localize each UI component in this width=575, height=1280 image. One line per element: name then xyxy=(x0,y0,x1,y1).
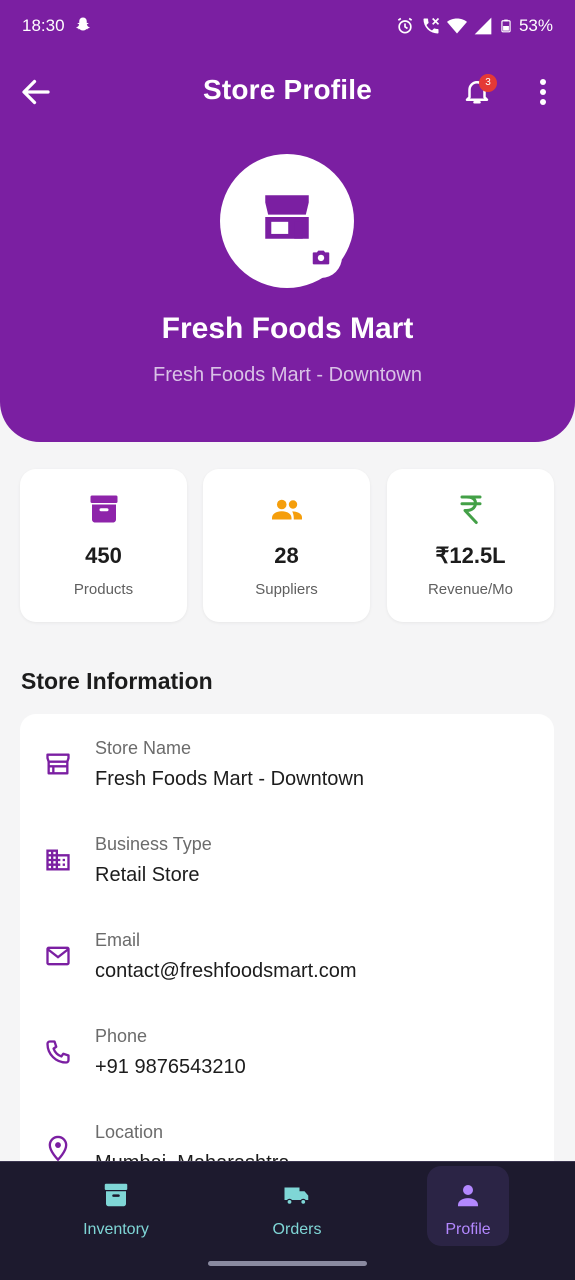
storefront-icon xyxy=(46,753,70,775)
store-name-title: Fresh Foods Mart xyxy=(161,312,414,345)
info-label: Email xyxy=(95,930,141,950)
mail-icon xyxy=(46,946,70,966)
store-info-card: Store Name Fresh Foods Mart - Downtown B… xyxy=(20,714,554,1184)
stat-card-products[interactable]: 450 Products xyxy=(20,469,187,622)
stat-value: ₹12.5L xyxy=(435,543,506,568)
nav-item-inventory[interactable]: Inventory xyxy=(75,1166,157,1246)
info-row-store-name[interactable]: Store Name Fresh Foods Mart - Downtown xyxy=(20,714,554,794)
notifications-button[interactable]: 3 xyxy=(462,74,498,112)
people-icon xyxy=(272,499,302,520)
status-icons: 53% xyxy=(395,16,553,36)
status-time: 18:30 xyxy=(22,16,65,35)
info-row-business-type[interactable]: Business Type Retail Store xyxy=(20,810,554,890)
stat-label: Revenue/Mo xyxy=(427,581,514,598)
nav-label: Orders xyxy=(272,1221,322,1238)
app-bar: Store Profile 3 xyxy=(0,60,575,120)
more-vert-icon xyxy=(540,79,546,105)
building-icon xyxy=(46,849,70,871)
info-row-phone[interactable]: Phone +91 9876543210 xyxy=(20,1002,554,1082)
info-value: Fresh Foods Mart - Downtown xyxy=(95,768,364,790)
inventory-box-icon xyxy=(90,495,118,523)
stat-label: Suppliers xyxy=(255,581,318,598)
status-bar: 18:30 53% xyxy=(0,0,575,54)
more-options-button[interactable] xyxy=(530,76,556,108)
battery-percent: 53% xyxy=(518,16,553,35)
stat-card-revenue[interactable]: ₹12.5L Revenue/Mo xyxy=(387,469,554,622)
camera-icon xyxy=(312,250,330,265)
info-label: Location xyxy=(95,1122,164,1142)
info-value: +91 9876543210 xyxy=(95,1056,246,1078)
truck-icon xyxy=(284,1187,309,1205)
info-label: Store Name xyxy=(95,738,192,758)
nav-item-orders[interactable]: Orders xyxy=(256,1166,338,1246)
info-value: Retail Store xyxy=(95,864,200,886)
inventory-icon xyxy=(104,1183,128,1207)
snapchat-icon xyxy=(76,17,90,31)
battery-icon xyxy=(501,19,511,33)
person-icon xyxy=(458,1185,478,1207)
phone-icon xyxy=(46,1040,70,1064)
stat-label: Products xyxy=(73,581,134,598)
location-pin-icon xyxy=(48,1135,68,1162)
home-indicator[interactable] xyxy=(208,1261,367,1266)
stat-card-suppliers[interactable]: 28 Suppliers xyxy=(203,469,370,622)
rupee-icon xyxy=(460,495,482,524)
store-icon xyxy=(265,195,309,239)
info-label: Phone xyxy=(95,1026,148,1046)
nav-label: Profile xyxy=(445,1221,491,1238)
info-label: Business Type xyxy=(95,834,212,854)
stat-value: 28 xyxy=(274,543,299,568)
signal-icon xyxy=(474,17,492,35)
info-value: contact@freshfoodsmart.com xyxy=(95,960,357,982)
wifi-icon xyxy=(446,18,467,34)
nav-label: Inventory xyxy=(83,1221,149,1238)
nav-item-profile[interactable]: Profile xyxy=(427,1166,509,1246)
alarm-icon xyxy=(397,17,413,34)
store-subtitle: Fresh Foods Mart - Downtown xyxy=(153,364,422,386)
info-row-email[interactable]: Email contact@freshfoodsmart.com xyxy=(20,906,554,986)
wifi-calling-icon xyxy=(423,17,440,34)
change-photo-button[interactable] xyxy=(300,236,342,278)
stat-value: 450 xyxy=(85,543,122,568)
section-title: Store Information xyxy=(21,668,213,694)
notification-badge: 3 xyxy=(479,74,497,92)
